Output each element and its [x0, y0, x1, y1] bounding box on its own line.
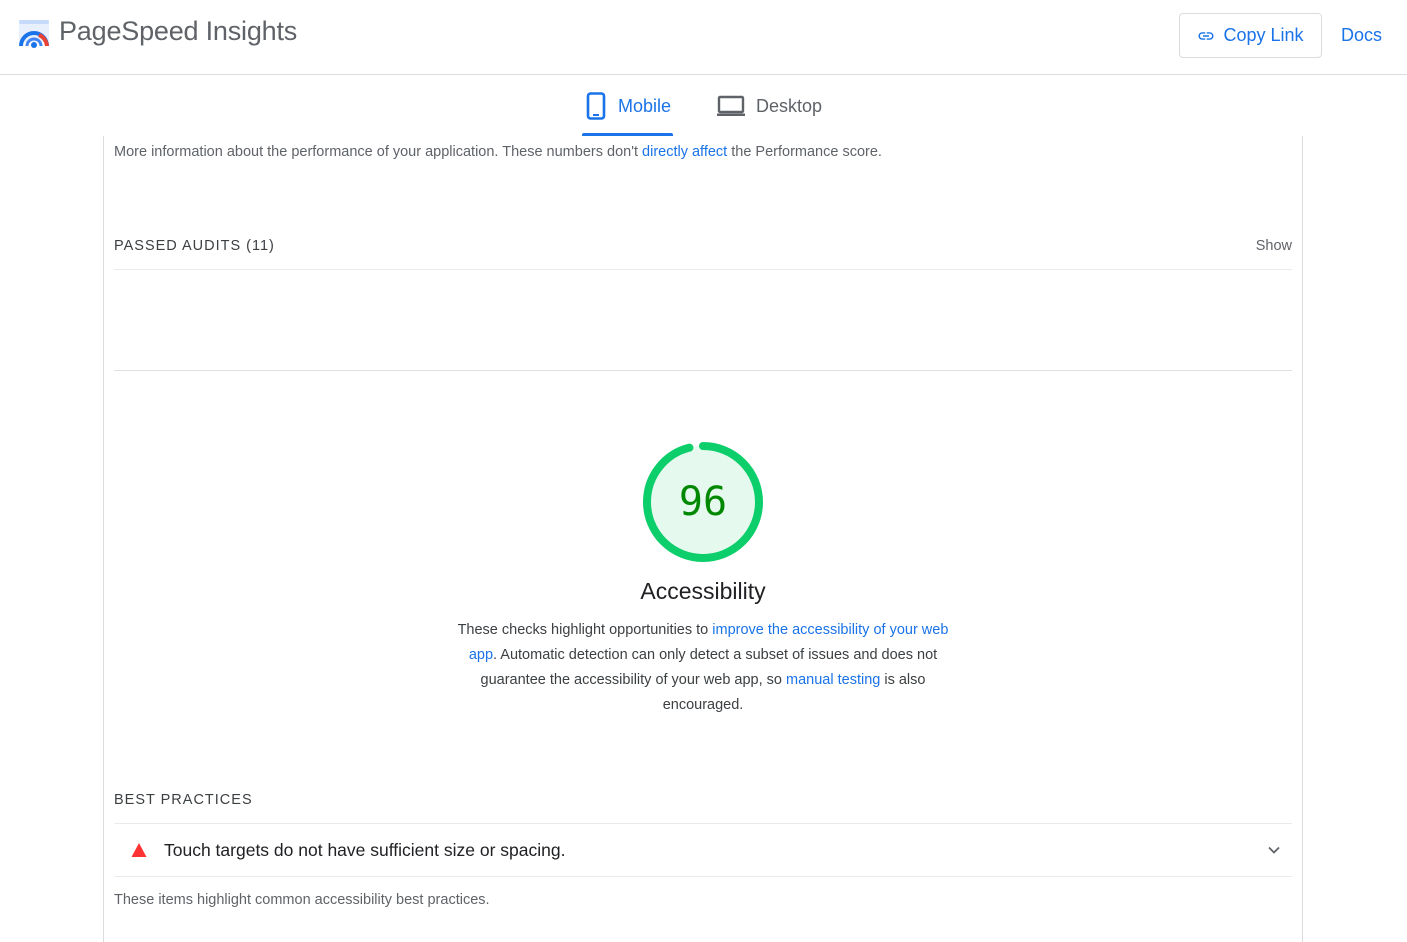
- passed-audits-row[interactable]: PASSED AUDITS (11) Show: [114, 232, 1292, 270]
- accessibility-desc-part-1: These checks highlight opportunities to: [457, 622, 713, 638]
- metrics-info-before: More information about the performance o…: [114, 144, 643, 160]
- copy-link-label: Copy Link: [1223, 25, 1304, 45]
- tab-mobile-label: Mobile: [618, 95, 672, 116]
- metrics-info-after: the Performance score.: [727, 144, 882, 160]
- tab-desktop[interactable]: Desktop: [716, 76, 831, 136]
- show-passed-audits-button[interactable]: Show: [1256, 238, 1292, 254]
- touch-targets-audit-row[interactable]: Touch targets do not have sufficient siz…: [114, 823, 1292, 877]
- device-tabs: Mobile Desktop: [0, 76, 1407, 136]
- pagespeed-logo-icon[interactable]: [18, 18, 50, 50]
- link-icon: [1198, 31, 1214, 40]
- chevron-down-icon[interactable]: [1266, 842, 1282, 858]
- docs-link[interactable]: Docs: [1341, 25, 1382, 46]
- top-bar: PageSpeed Insights Copy Link Docs: [0, 0, 1407, 75]
- accessibility-description: These checks highlight opportunities to …: [453, 618, 953, 718]
- copy-link-button[interactable]: Copy Link: [1179, 13, 1322, 58]
- directly-affect-link[interactable]: directly affect: [642, 144, 727, 160]
- phone-icon: [586, 92, 606, 120]
- laptop-icon: [717, 95, 745, 116]
- best-practices-description: These items highlight common accessibili…: [114, 892, 490, 908]
- tab-desktop-label: Desktop: [756, 95, 823, 116]
- audit-title: Touch targets do not have sufficient siz…: [164, 840, 566, 860]
- metrics-info-text: More information about the performance o…: [114, 144, 882, 160]
- manual-testing-link[interactable]: manual testing: [786, 672, 880, 688]
- accessibility-title: Accessibility: [640, 578, 766, 604]
- section-divider: [114, 370, 1292, 371]
- passed-audits-title: PASSED AUDITS (11): [114, 238, 275, 254]
- tab-mobile[interactable]: Mobile: [582, 76, 674, 136]
- accessibility-score: 96: [678, 479, 728, 525]
- brand-title[interactable]: PageSpeed Insights: [59, 16, 297, 47]
- fail-triangle-icon: [131, 843, 147, 857]
- best-practices-title: BEST PRACTICES: [114, 792, 253, 808]
